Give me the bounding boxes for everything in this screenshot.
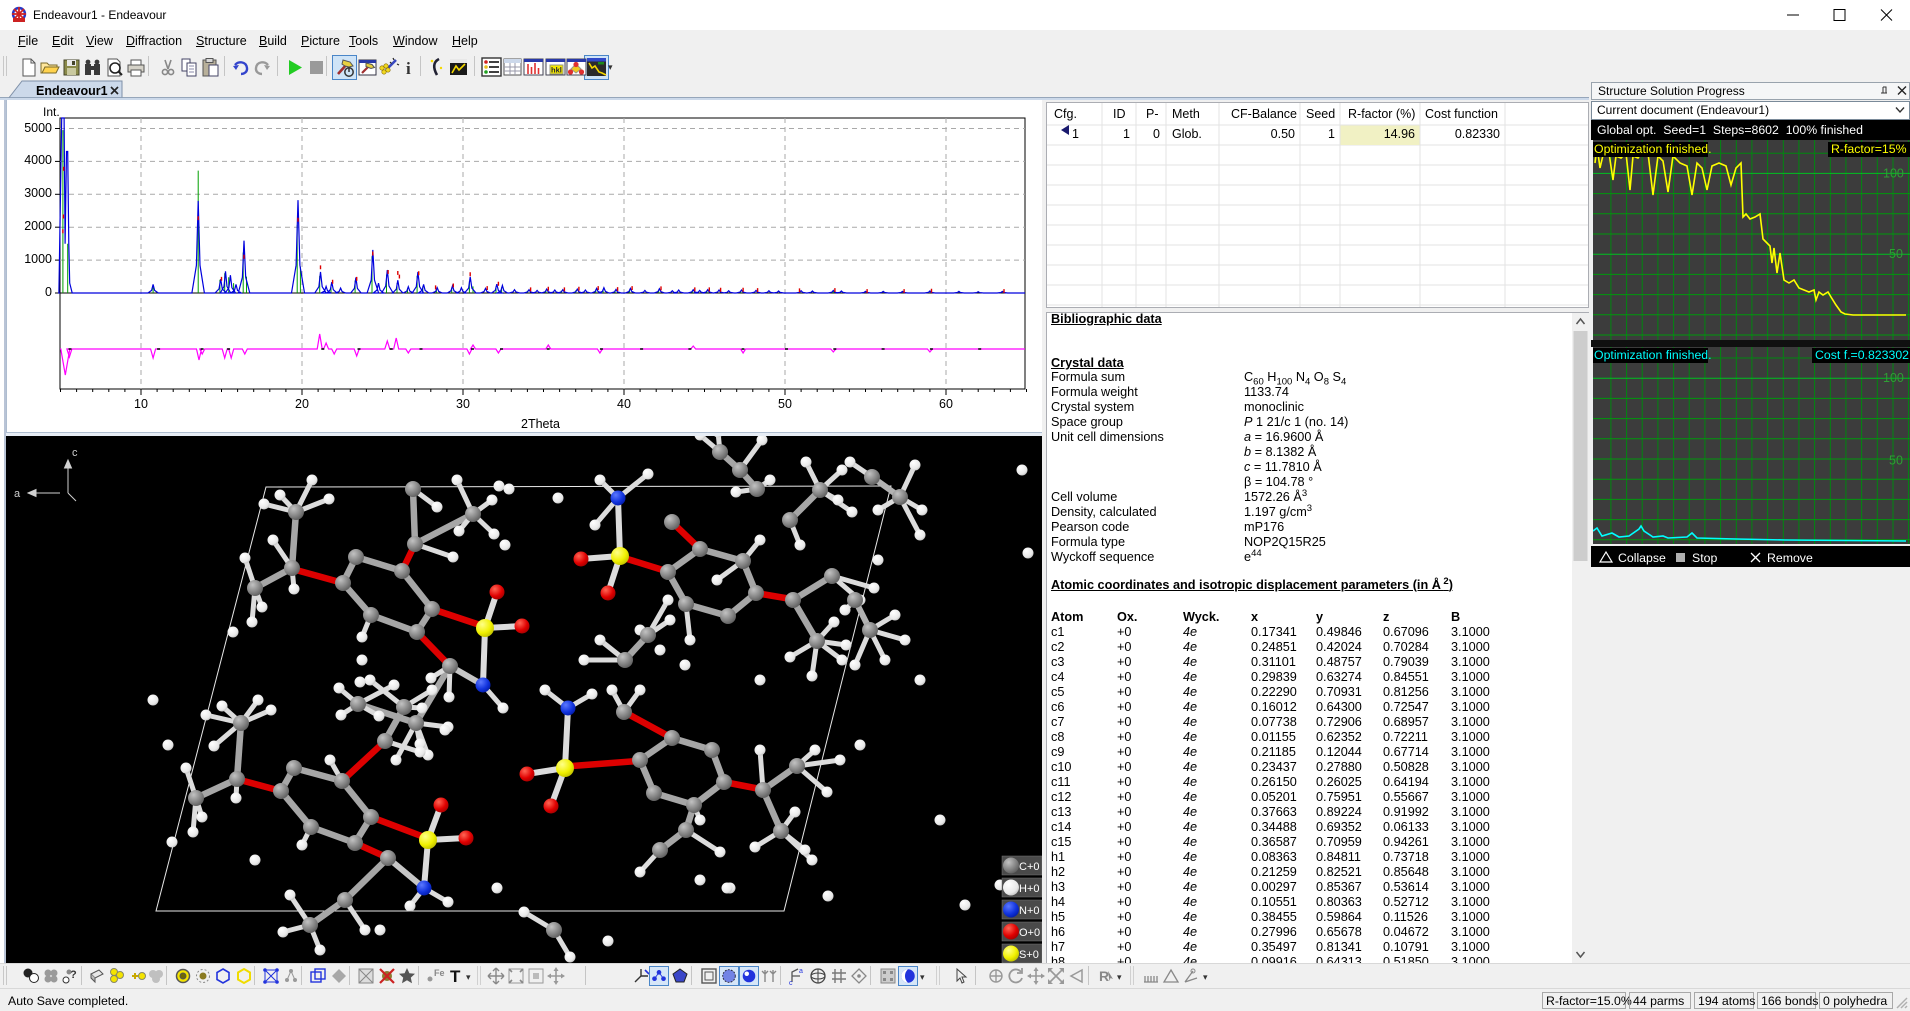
svg-text:50: 50	[1889, 247, 1903, 261]
svg-text:a: a	[14, 488, 21, 500]
svg-text:Fe: Fe	[434, 968, 445, 978]
svg-text:R: R	[1099, 968, 1109, 984]
svg-text:100: 100	[1883, 371, 1904, 385]
svg-text:c: c	[72, 447, 78, 459]
svg-text:a: a	[799, 968, 803, 975]
svg-text:N+0: N+0	[1019, 905, 1040, 917]
svg-text:c: c	[789, 980, 793, 986]
svg-text:T: T	[450, 967, 461, 986]
svg-text:S+0: S+0	[1019, 949, 1039, 961]
svg-text:H+0: H+0	[1019, 883, 1040, 895]
svg-text:i: i	[406, 59, 411, 78]
svg-text:100: 100	[1883, 166, 1904, 180]
svg-text:hkl: hkl	[551, 66, 562, 75]
svg-text:O+0: O+0	[1019, 927, 1040, 939]
svg-text:C+0: C+0	[1019, 861, 1040, 873]
svg-text:50: 50	[1889, 453, 1903, 467]
